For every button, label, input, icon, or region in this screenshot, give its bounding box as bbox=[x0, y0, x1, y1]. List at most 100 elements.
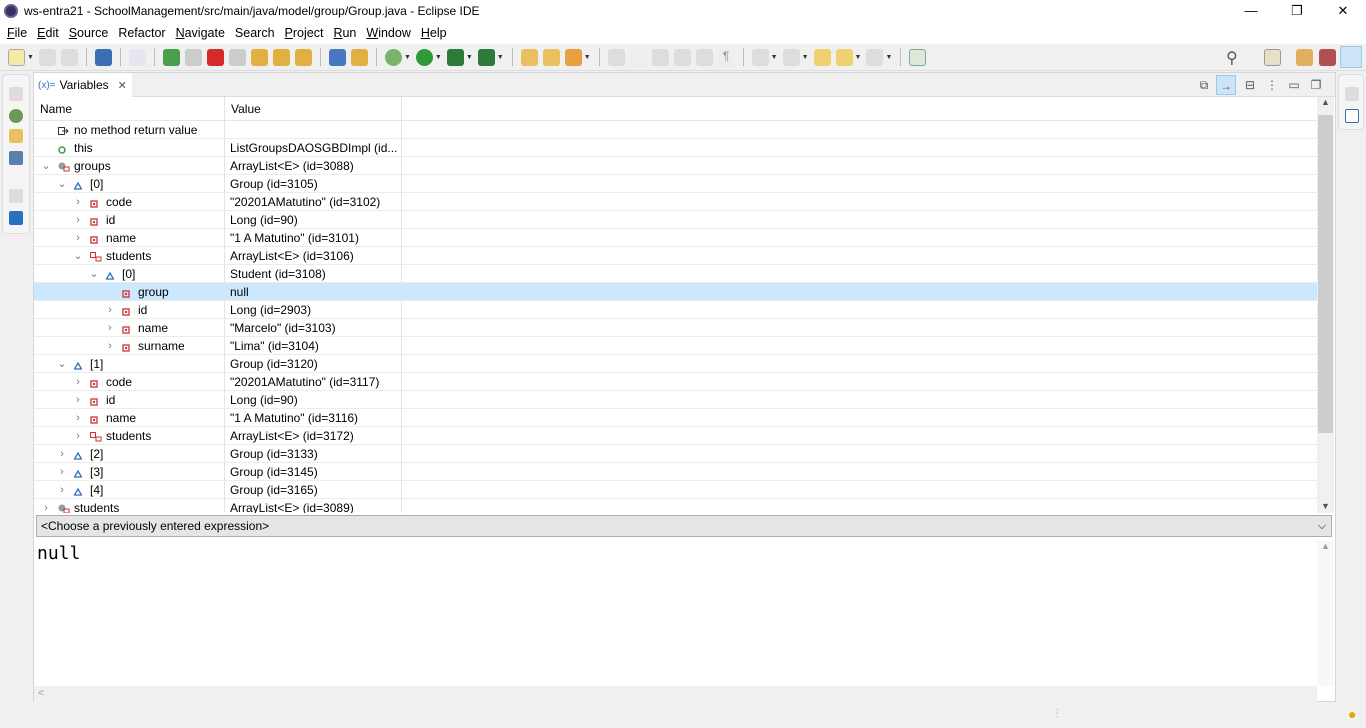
table-row[interactable]: no method return value bbox=[34, 121, 1317, 139]
chevron-right-icon[interactable]: › bbox=[56, 481, 68, 499]
last-edit-icon[interactable] bbox=[813, 48, 831, 66]
variables-tree-table[interactable]: Name Value no method return value this Lis… bbox=[34, 97, 1317, 513]
table-row[interactable]: › id Long (id=90) bbox=[34, 211, 1317, 229]
table-row[interactable]: ⌄ [0] Student (id=3108) bbox=[34, 265, 1317, 283]
debug-dropdown-icon[interactable]: ▼ bbox=[404, 54, 411, 61]
detail-horizontal-scrollbar[interactable]: < bbox=[34, 686, 1317, 702]
table-row[interactable]: › id Long (id=2903) bbox=[34, 301, 1317, 319]
view-menu-icon[interactable]: ⋮ bbox=[1262, 75, 1282, 95]
step-return-icon[interactable] bbox=[294, 48, 312, 66]
table-row[interactable]: this ListGroupsDAOSGBDImpl (id... bbox=[34, 139, 1317, 157]
table-row[interactable]: › id Long (id=90) bbox=[34, 391, 1317, 409]
next-annotation-dropdown-icon[interactable]: ▼ bbox=[771, 54, 778, 61]
menu-search[interactable]: Search bbox=[230, 26, 280, 40]
breakpoints-icon[interactable] bbox=[9, 151, 23, 165]
table-row[interactable]: › [4] Group (id=3165) bbox=[34, 481, 1317, 499]
step-into-icon[interactable] bbox=[250, 48, 268, 66]
new-icon[interactable] bbox=[8, 48, 25, 66]
whitespace-icon[interactable]: ¶ bbox=[717, 48, 735, 66]
lightbulb-icon[interactable]: ● bbox=[1348, 706, 1356, 722]
menu-window[interactable]: Window bbox=[361, 26, 415, 40]
table-row[interactable]: ⌄ groups ArrayList<E> (id=3088) bbox=[34, 157, 1317, 175]
terminate-icon[interactable] bbox=[206, 48, 224, 66]
menu-refactor[interactable]: Refactor bbox=[113, 26, 170, 40]
java-ee-perspective-icon[interactable] bbox=[1296, 49, 1313, 66]
java-perspective-icon[interactable] bbox=[1319, 49, 1336, 66]
new-dropdown-icon[interactable]: ▼ bbox=[27, 54, 34, 61]
block-selection-icon[interactable] bbox=[651, 48, 669, 66]
maximize-button[interactable]: ❐ bbox=[1274, 0, 1320, 22]
chevron-down-icon[interactable]: ⌵ bbox=[1318, 516, 1326, 536]
outline-view-icon[interactable] bbox=[1345, 109, 1359, 123]
chevron-down-icon[interactable]: ⌄ bbox=[72, 247, 84, 265]
disconnect-icon[interactable] bbox=[228, 48, 246, 66]
minimize-view-icon[interactable]: ▭ bbox=[1284, 75, 1304, 95]
table-row[interactable]: › name "1 A Matutino" (id=3116) bbox=[34, 409, 1317, 427]
restore-icon[interactable] bbox=[1345, 87, 1359, 101]
mark-occurrences-icon[interactable] bbox=[629, 48, 647, 66]
previous-annotation-icon[interactable] bbox=[782, 48, 800, 66]
column-header-value[interactable]: Value bbox=[225, 97, 402, 121]
chevron-right-icon[interactable]: › bbox=[56, 463, 68, 481]
collapse-all-icon[interactable]: ⊟ bbox=[1240, 75, 1260, 95]
debug-perspective-button[interactable] bbox=[1340, 46, 1362, 68]
chevron-down-icon[interactable]: ⌄ bbox=[88, 265, 100, 283]
skip-breakpoints-icon[interactable] bbox=[128, 48, 146, 66]
search-dropdown-icon[interactable]: ▼ bbox=[584, 54, 591, 61]
minimize-button[interactable]: — bbox=[1228, 0, 1274, 22]
table-row[interactable]: › [2] Group (id=3133) bbox=[34, 445, 1317, 463]
table-row[interactable]: › name "Marcelo" (id=3103) bbox=[34, 319, 1317, 337]
table-row[interactable]: › surname "Lima" (id=3104) bbox=[34, 337, 1317, 355]
menu-file[interactable]: File bbox=[2, 26, 32, 40]
resume-icon[interactable] bbox=[162, 48, 180, 66]
save-all-icon[interactable] bbox=[60, 48, 78, 66]
chevron-down-icon[interactable]: ⌄ bbox=[56, 175, 68, 193]
menu-source[interactable]: Source bbox=[64, 26, 114, 40]
external-tools-icon[interactable] bbox=[477, 48, 495, 66]
chevron-right-icon[interactable]: › bbox=[72, 373, 84, 391]
chevron-right-icon[interactable]: › bbox=[72, 193, 84, 211]
detail-pane[interactable]: null bbox=[34, 541, 1317, 686]
toggle-annotation-icon[interactable] bbox=[607, 48, 625, 66]
previous-annotation-dropdown-icon[interactable]: ▼ bbox=[802, 54, 809, 61]
debug-icon[interactable] bbox=[384, 48, 402, 66]
close-tab-icon[interactable]: ✕ bbox=[118, 79, 127, 92]
chevron-right-icon[interactable]: › bbox=[72, 409, 84, 427]
close-window-button[interactable]: ✕ bbox=[1320, 0, 1366, 22]
debug-view-icon[interactable] bbox=[9, 109, 23, 123]
show-logical-structure-icon[interactable]: ⧉ bbox=[1194, 75, 1214, 95]
drop-to-frame-icon[interactable] bbox=[328, 48, 346, 66]
back-dropdown-icon[interactable]: ▼ bbox=[855, 54, 862, 61]
use-step-filters-icon[interactable] bbox=[350, 48, 368, 66]
open-perspective-icon[interactable] bbox=[1264, 49, 1281, 66]
table-row[interactable]: ⌄ students ArrayList<E> (id=3106) bbox=[34, 247, 1317, 265]
scrollbar-thumb[interactable] bbox=[1318, 115, 1333, 433]
coverage-icon[interactable] bbox=[446, 48, 464, 66]
menu-edit[interactable]: Edit bbox=[32, 26, 64, 40]
forward-dropdown-icon[interactable]: ▼ bbox=[885, 54, 892, 61]
back-icon[interactable] bbox=[835, 48, 853, 66]
table-row[interactable]: › students ArrayList<E> (id=3089) bbox=[34, 499, 1317, 513]
table-row[interactable]: › code "20201AMatutino" (id=3117) bbox=[34, 373, 1317, 391]
external-tools-dropdown-icon[interactable]: ▼ bbox=[497, 54, 504, 61]
forward-icon[interactable] bbox=[866, 48, 884, 66]
tab-variables[interactable]: (x)= Variables ✕ bbox=[34, 73, 132, 97]
word-wrap-icon[interactable] bbox=[673, 48, 691, 66]
pin-editor-icon[interactable] bbox=[909, 48, 927, 66]
chevron-right-icon[interactable]: › bbox=[56, 445, 68, 463]
save-icon[interactable] bbox=[38, 48, 56, 66]
column-header-name[interactable]: Name bbox=[34, 97, 225, 121]
chevron-right-icon[interactable]: › bbox=[72, 229, 84, 247]
search-icon[interactable]: ⚲ bbox=[1226, 48, 1238, 68]
menu-navigate[interactable]: Navigate bbox=[171, 26, 230, 40]
table-row[interactable]: ⌄ [1] Group (id=3120) bbox=[34, 355, 1317, 373]
maximize-view-icon[interactable]: ❐ bbox=[1306, 75, 1326, 95]
search-tool-icon[interactable] bbox=[564, 48, 582, 66]
table-row[interactable]: › code "20201AMatutino" (id=3102) bbox=[34, 193, 1317, 211]
coverage-dropdown-icon[interactable]: ▼ bbox=[466, 54, 473, 61]
run-icon[interactable] bbox=[415, 48, 433, 66]
expression-history-combo[interactable]: <Choose a previously entered expression>… bbox=[36, 515, 1332, 537]
restore-icon[interactable] bbox=[9, 87, 23, 101]
suspend-icon[interactable] bbox=[184, 48, 202, 66]
open-type-icon[interactable] bbox=[520, 48, 538, 66]
